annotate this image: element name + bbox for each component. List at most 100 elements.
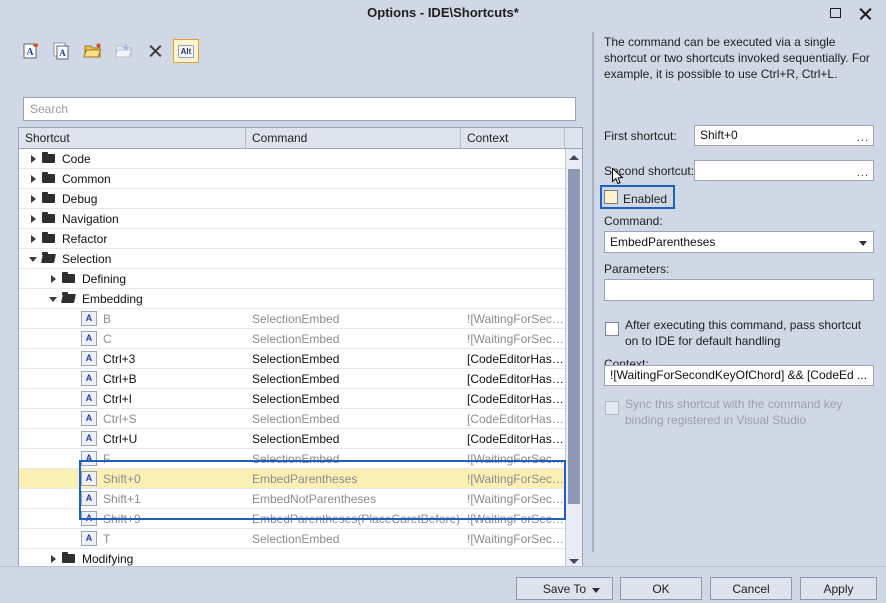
cell-shortcut: AT — [19, 531, 246, 546]
search-input[interactable] — [23, 97, 576, 121]
second-shortcut-field[interactable]: ... — [694, 160, 874, 181]
expand-toggle[interactable] — [25, 231, 41, 247]
context-field[interactable]: ![WaitingForSecondKeyOfChord] && [CodeEd… — [604, 365, 874, 386]
delete-shortcut-button[interactable] — [142, 39, 168, 63]
expand-toggle[interactable] — [25, 211, 41, 227]
expand-toggle[interactable] — [25, 171, 41, 187]
shortcut-label: Modifying — [82, 551, 134, 566]
enabled-checkbox[interactable] — [604, 190, 618, 204]
table-row[interactable]: A C SelectionEmbed ![WaitingForSeco... — [19, 329, 566, 349]
scrollbar-thumb[interactable] — [568, 169, 580, 504]
table-row[interactable]: A Ctrl+3 SelectionEmbed [CodeEditorHasF... — [19, 349, 566, 369]
copy-shortcut-button[interactable]: A — [49, 39, 75, 63]
key-badge-icon: A — [81, 351, 97, 366]
table-row[interactable]: A Ctrl+B SelectionEmbed [CodeEditorHasF... — [19, 369, 566, 389]
shortcut-label: Ctrl+3 — [103, 351, 136, 366]
column-header-shortcut[interactable]: Shortcut — [19, 128, 246, 148]
shortcut-label: Shift+1 — [103, 491, 141, 506]
copy-shortcut-icon: A — [53, 42, 69, 60]
apply-button[interactable]: Apply — [800, 577, 877, 600]
new-shortcut-button[interactable]: A — [18, 39, 44, 63]
cell-command: SelectionEmbed — [252, 351, 340, 366]
expand-toggle[interactable] — [25, 151, 41, 167]
collapse-toggle[interactable] — [45, 291, 61, 307]
table-row[interactable]: Embedding — [19, 289, 566, 309]
cell-context: ![WaitingForSeco... — [467, 451, 566, 466]
cell-shortcut: AC — [19, 331, 246, 346]
table-row[interactable]: Refactor — [19, 229, 566, 249]
cell-command: SelectionEmbed — [252, 391, 340, 406]
chevron-down-icon — [49, 297, 57, 302]
cell-shortcut: AB — [19, 311, 246, 326]
scroll-up-arrow-icon — [569, 154, 579, 160]
table-row[interactable]: A Ctrl+S SelectionEmbed [CodeEditorHasF... — [19, 409, 566, 429]
delete-icon — [149, 45, 162, 58]
cell-command: SelectionEmbed — [252, 371, 340, 386]
column-header-context[interactable]: Context — [461, 128, 565, 148]
key-badge-icon: A — [81, 411, 97, 426]
shortcut-label: Shift+9 — [103, 511, 141, 526]
table-row[interactable]: A Shift+9 EmbedParentheses(PlaceCaretBefor… — [19, 509, 566, 529]
ok-button[interactable]: OK — [620, 577, 702, 600]
cell-context: ![WaitingForSeco... — [467, 471, 566, 486]
open-folder-icon — [41, 251, 57, 266]
collapse-toggle[interactable] — [25, 251, 41, 267]
table-row[interactable]: A Shift+0 EmbedParentheses ![WaitingForSeco… — [19, 469, 566, 489]
expand-toggle[interactable] — [25, 191, 41, 207]
chevron-right-icon — [30, 174, 36, 183]
table-row[interactable]: A Ctrl+U SelectionEmbed [CodeEditorHasF... — [19, 429, 566, 449]
save-to-button[interactable]: Save To — [516, 577, 613, 600]
import-shortcuts-button[interactable] — [80, 39, 106, 63]
cell-shortcut: Debug — [19, 191, 246, 207]
folder-icon — [41, 211, 57, 226]
first-shortcut-field[interactable]: Shift+0 ... — [694, 125, 874, 146]
scroll-up-button[interactable] — [566, 149, 582, 165]
cell-shortcut: Code — [19, 151, 246, 167]
export-shortcuts-button[interactable] — [111, 39, 137, 63]
parameters-field[interactable] — [604, 279, 874, 301]
table-row[interactable]: A T SelectionEmbed ![WaitingForSeco... — [19, 529, 566, 549]
chevron-right-icon — [30, 234, 36, 243]
shortcuts-grid: Shortcut Command Context Code Common Debug… — [18, 127, 583, 570]
table-row[interactable]: Defining — [19, 269, 566, 289]
table-row[interactable]: A Ctrl+I SelectionEmbed [CodeEditorHasF... — [19, 389, 566, 409]
cell-context: ![WaitingForSeco... — [467, 311, 566, 326]
expand-toggle[interactable] — [45, 271, 61, 287]
column-header-command[interactable]: Command — [246, 128, 461, 148]
table-row[interactable]: A F SelectionEmbed ![WaitingForSeco... — [19, 449, 566, 469]
key-badge-icon: A — [81, 371, 97, 386]
table-row[interactable]: Common — [19, 169, 566, 189]
cell-context: [CodeEditorHasF... — [467, 351, 566, 366]
table-row[interactable]: Debug — [19, 189, 566, 209]
open-folder-icon — [61, 291, 77, 306]
expand-toggle[interactable] — [45, 551, 61, 567]
table-row[interactable]: Navigation — [19, 209, 566, 229]
shortcut-label: Code — [62, 151, 91, 166]
cell-command: SelectionEmbed — [252, 431, 340, 446]
chevron-right-icon — [50, 274, 56, 283]
cell-shortcut: A Shift+9 — [19, 511, 246, 526]
folder-icon — [41, 171, 57, 186]
pass-shortcut-checkbox[interactable] — [605, 322, 619, 336]
cell-context: [CodeEditorHasF... — [467, 371, 566, 386]
key-badge-icon: A — [81, 331, 97, 346]
table-row[interactable]: Selection — [19, 249, 566, 269]
table-row[interactable]: Code — [19, 149, 566, 169]
grid-vertical-scrollbar[interactable] — [565, 149, 582, 569]
folder-icon — [61, 271, 77, 286]
grid-body[interactable]: Code Common Debug Navigation Refactor Selecti… — [19, 149, 566, 569]
context-value: ![WaitingForSecondKeyOfChord] && [CodeEd… — [610, 368, 868, 382]
parameters-label: Parameters: — [604, 262, 670, 276]
cancel-button[interactable]: Cancel — [710, 577, 792, 600]
maximize-button[interactable] — [820, 0, 850, 26]
alt-icon: Alt — [177, 44, 195, 58]
shortcut-label: Ctrl+U — [103, 431, 138, 446]
second-shortcut-browse-button[interactable]: ... — [857, 162, 869, 180]
table-row[interactable]: A B SelectionEmbed ![WaitingForSeco... — [19, 309, 566, 329]
close-button[interactable] — [850, 0, 880, 26]
command-combobox[interactable]: EmbedParentheses — [604, 231, 874, 253]
first-shortcut-browse-button[interactable]: ... — [857, 127, 869, 145]
shortcuts-toolbar: A A Alt — [18, 37, 199, 65]
table-row[interactable]: A Shift+1 EmbedNotParentheses ![WaitingForS… — [19, 489, 566, 509]
alt-toggle-button[interactable]: Alt — [173, 39, 199, 63]
